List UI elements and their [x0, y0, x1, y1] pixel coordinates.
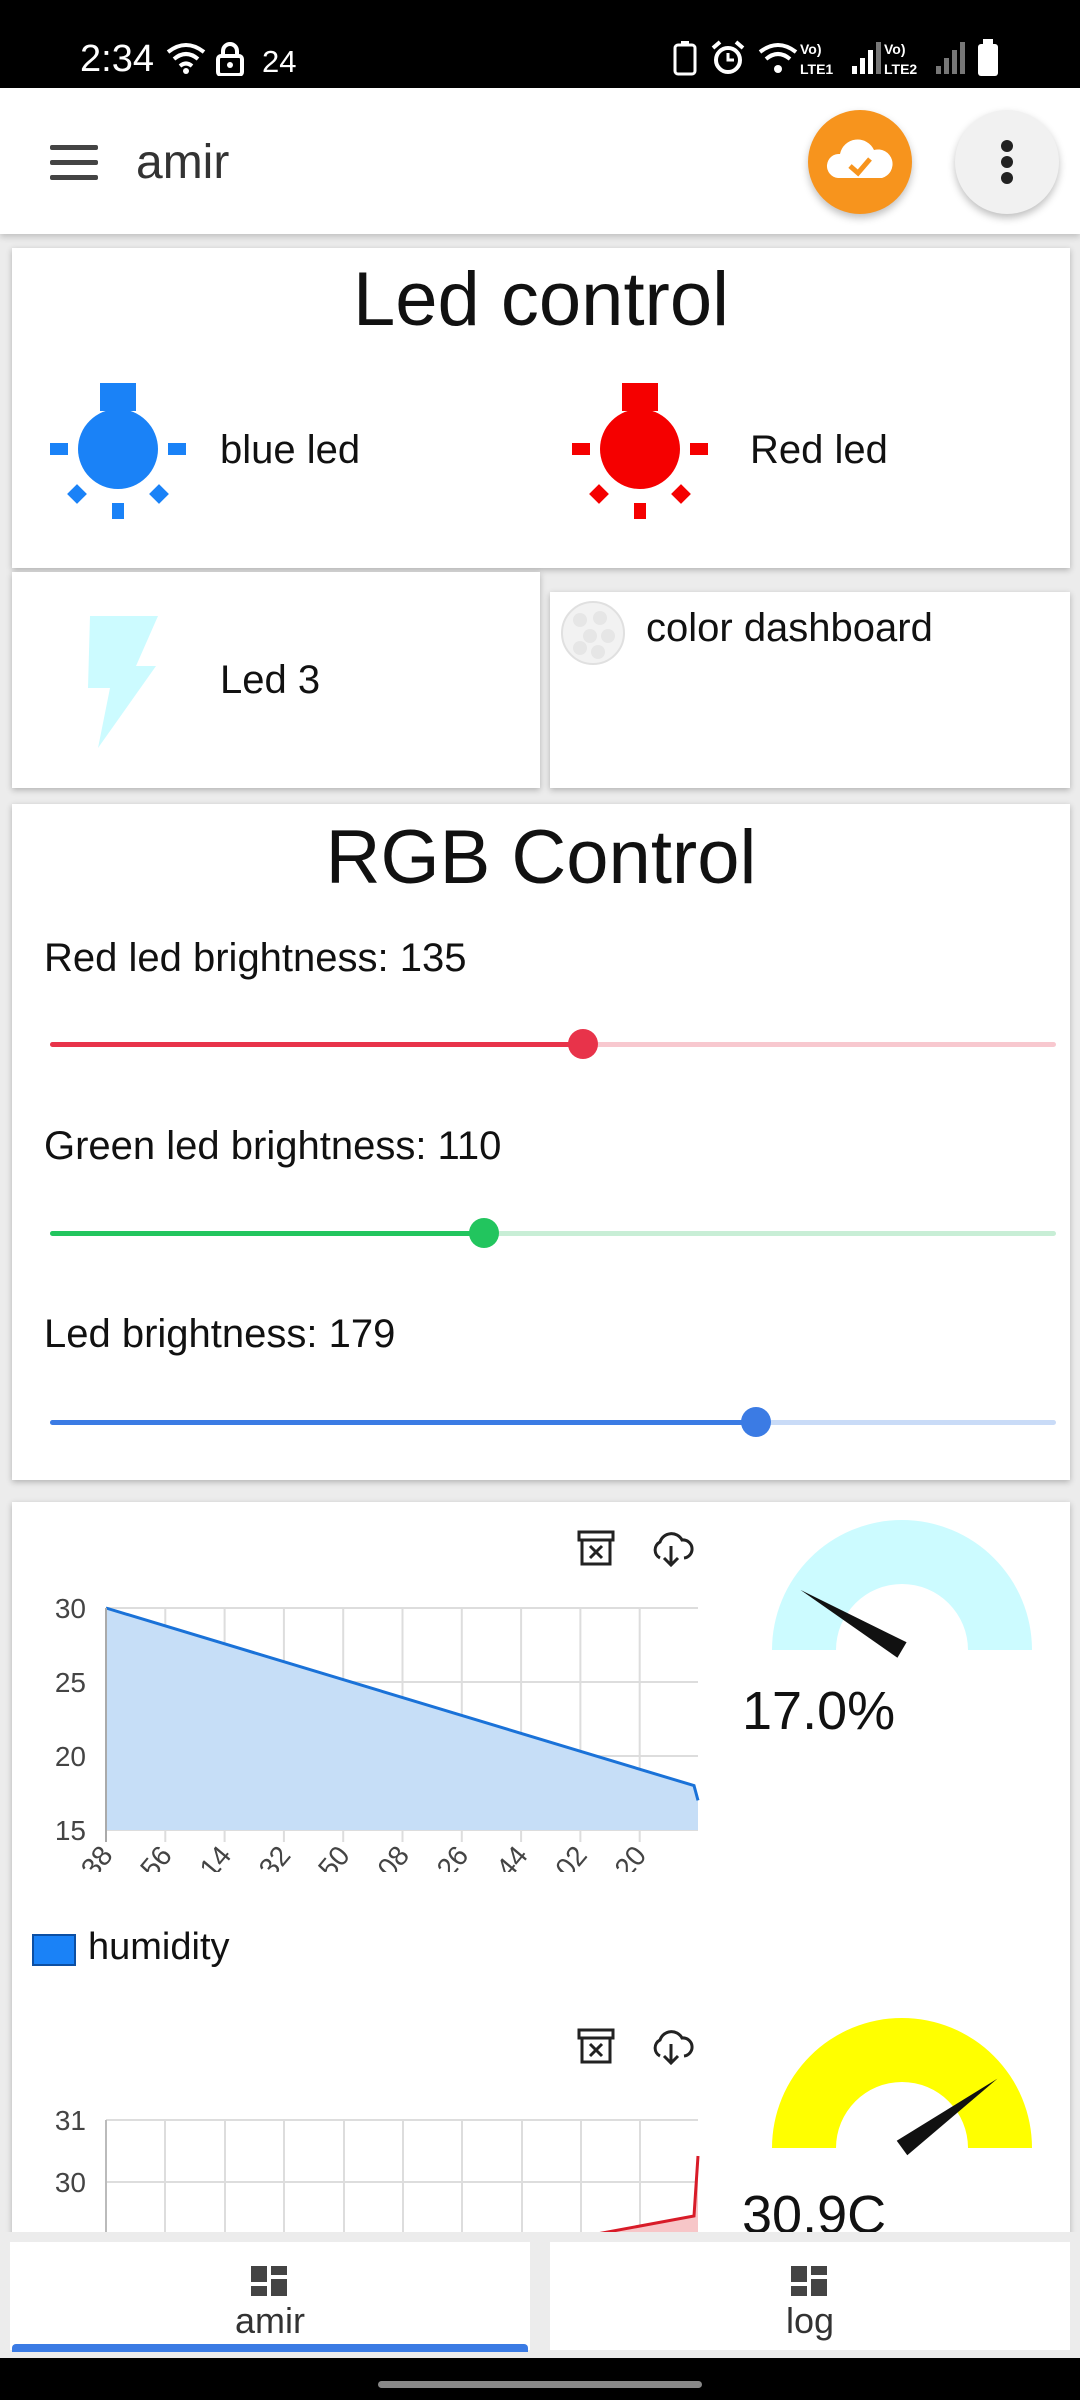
- cloud-download-icon[interactable]: [648, 2026, 694, 2066]
- temperature-chart: 31 30: [55, 2105, 700, 2242]
- delete-history-icon[interactable]: [576, 2026, 616, 2066]
- led-control-title: Led control: [352, 257, 730, 342]
- status-bar: 2:34 24 Vo) LTE1 Vo) LTE2: [0, 0, 1080, 88]
- x-tick-label: 02:02: [524, 1840, 593, 1872]
- tab-label: log: [785, 2300, 835, 2341]
- led3-card[interactable]: Led 3: [12, 572, 540, 788]
- slider-thumb[interactable]: [741, 1407, 772, 1437]
- red-brightness-slider[interactable]: [50, 1029, 1056, 1059]
- led3-label: Led 3: [220, 658, 321, 702]
- y-tick-label: 25: [55, 1667, 86, 1698]
- svg-text:LTE2: LTE2: [884, 61, 917, 77]
- green-slider-label: Green led brightness: 110: [44, 1124, 502, 1168]
- rgb-control-title: RGB Control: [325, 815, 757, 900]
- green-brightness-slider[interactable]: [50, 1218, 1056, 1248]
- active-tab-indicator: [12, 2344, 528, 2352]
- y-tick-label: 20: [55, 1741, 86, 1772]
- slider-thumb[interactable]: [468, 1218, 499, 1248]
- humidity-value: 17.0%: [742, 1681, 896, 1741]
- slider-thumb[interactable]: [567, 1029, 598, 1059]
- color-dashboard-card[interactable]: color dashboard: [550, 592, 1070, 788]
- bulb-icon: [50, 383, 186, 519]
- home-indicator[interactable]: [378, 2381, 702, 2388]
- legend-swatch: [32, 1934, 76, 1966]
- signal-lte1-icon: Vo) LTE1: [800, 41, 881, 77]
- red-slider-label: Red led brightness: 135: [44, 936, 467, 980]
- color-picker-icon: [561, 601, 625, 665]
- svg-text:Vo): Vo): [884, 41, 906, 57]
- app-title: amir: [136, 136, 230, 189]
- menu-icon[interactable]: [40, 133, 110, 193]
- delete-history-icon[interactable]: [576, 1528, 616, 1568]
- x-tick-label: 23:56: [109, 1840, 178, 1872]
- tab-log[interactable]: log: [550, 2242, 1070, 2350]
- dashboard-icon: [251, 2266, 287, 2296]
- bottom-nav: amir log: [0, 2232, 1080, 2358]
- y-tick-label: 30: [55, 2167, 86, 2198]
- x-tick-label: 02:20: [584, 1840, 653, 1872]
- temperature-gauge: [772, 2018, 1032, 2156]
- red-led-toggle[interactable]: Red led: [562, 378, 1042, 519]
- humidity-chart: 3025201523:3823:5600:1400:3200:5001:0801…: [50, 1593, 700, 1872]
- x-tick-label: 00:50: [287, 1840, 356, 1872]
- humidity-legend-label: humidity: [88, 1926, 230, 1968]
- wifi-icon: [166, 43, 206, 74]
- app-bar: amir: [0, 88, 1080, 234]
- blue-led-toggle[interactable]: blue led: [32, 378, 512, 519]
- system-nav-bar: [0, 2358, 1080, 2400]
- color-dashboard-label: color dashboard: [646, 606, 933, 650]
- x-tick-label: 01:08: [346, 1840, 415, 1872]
- svg-text:LTE1: LTE1: [800, 61, 833, 77]
- lock-icon: [216, 42, 244, 76]
- led-slider-label: Led brightness: 179: [44, 1312, 396, 1356]
- led-brightness-slider[interactable]: [50, 1407, 1056, 1437]
- dashboard-icon: [791, 2266, 827, 2296]
- led-control-card: Led control blue led Red led: [12, 248, 1070, 568]
- red-led-label: Red led: [750, 428, 888, 472]
- x-tick-label: 01:44: [465, 1840, 534, 1872]
- x-tick-label: 01:26: [406, 1840, 475, 1872]
- blue-led-label: blue led: [220, 428, 361, 472]
- status-extra: 24: [262, 44, 297, 79]
- cloud-sync-button[interactable]: [808, 110, 912, 214]
- alarm-icon: [711, 40, 745, 74]
- signal-lte2-icon: Vo) LTE2: [884, 41, 965, 77]
- wifi-calling-icon: [758, 43, 798, 73]
- svg-text:Vo): Vo): [800, 41, 822, 57]
- sensor-card: 3025201523:3823:5600:1400:3200:5001:0801…: [12, 1502, 1070, 2242]
- x-tick-label: 00:14: [168, 1840, 237, 1872]
- bolt-icon: [88, 616, 158, 748]
- bulb-icon: [572, 383, 708, 519]
- y-tick-label: 30: [55, 1593, 86, 1624]
- x-tick-label: 00:32: [228, 1840, 297, 1872]
- tab-amir[interactable]: amir: [10, 2242, 530, 2352]
- tab-label: amir: [235, 2300, 305, 2341]
- status-time: 2:34: [80, 38, 154, 80]
- y-tick-label: 15: [55, 1815, 86, 1846]
- battery-icon: [978, 39, 998, 76]
- battery-saver-icon: [673, 41, 697, 76]
- cloud-download-icon[interactable]: [648, 1528, 694, 1568]
- cloud-check-icon: [826, 139, 893, 178]
- more-options-button[interactable]: [955, 110, 1059, 214]
- rgb-control-card: RGB Control Red led brightness: 135 Gree…: [12, 804, 1070, 1480]
- humidity-gauge: [772, 1520, 1032, 1658]
- y-tick-label: 31: [55, 2105, 86, 2136]
